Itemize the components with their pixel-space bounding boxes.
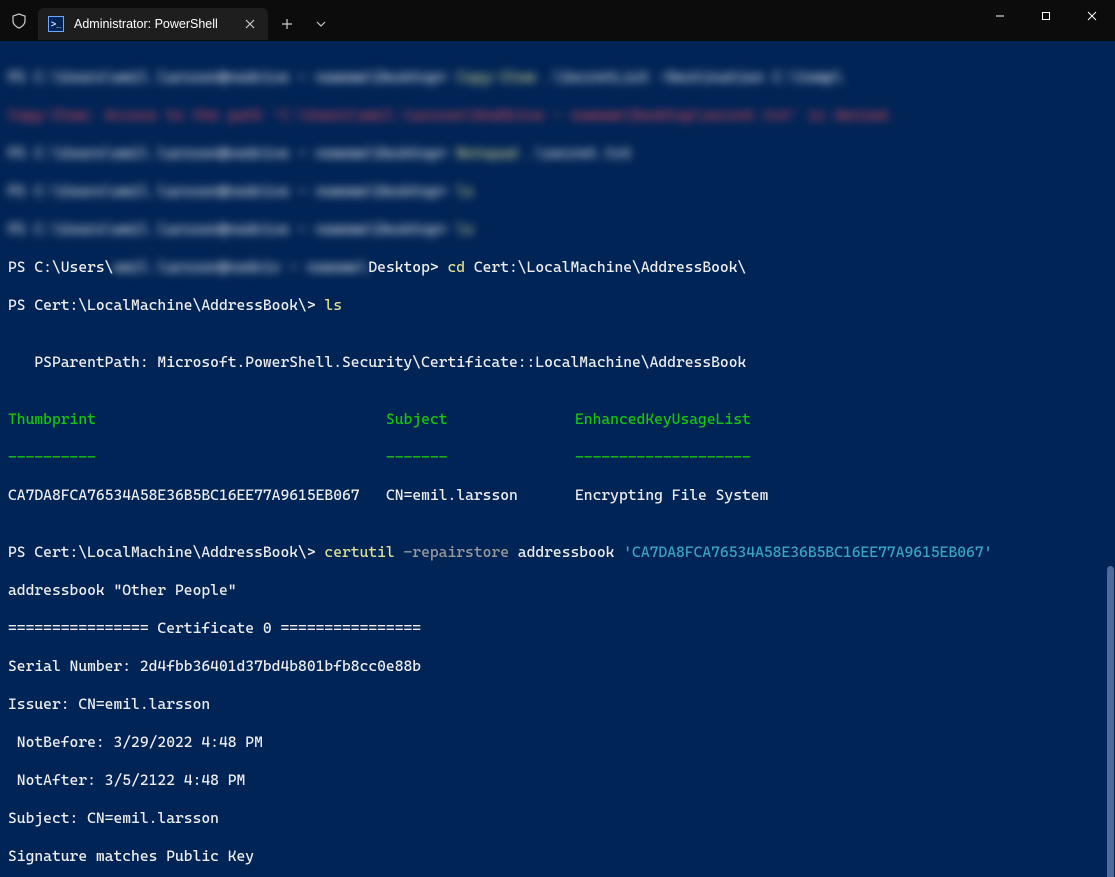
output-line: Serial Number: 2d4fbb36401d37bd4b801bfb8… <box>8 657 1107 676</box>
powershell-icon: >_ <box>48 16 64 32</box>
new-tab-button[interactable] <box>272 9 302 39</box>
output-line: PSParentPath: Microsoft.PowerShell.Secur… <box>8 353 1107 372</box>
tab-powershell[interactable]: >_ Administrator: PowerShell <box>38 8 268 40</box>
table-header: ThumbprintSubjectEnhancedKeyUsageList <box>8 410 1107 429</box>
scrollbar-thumb[interactable] <box>1107 566 1114 877</box>
close-button[interactable] <box>1069 0 1115 32</box>
prompt-line: PS C:\Users\emil.larsson@nodriv - nowowe… <box>8 258 1107 277</box>
output-line: NotAfter: 3/5/2122 4:48 PM <box>8 771 1107 790</box>
output-line: ================ Certificate 0 =========… <box>8 619 1107 638</box>
tab-dropdown-button[interactable] <box>306 9 336 39</box>
terminal-pane[interactable]: PS C:\Users\emil.larsson@nodrive - nowow… <box>0 41 1115 877</box>
output-line: NotBefore: 3/29/2022 4:48 PM <box>8 733 1107 752</box>
output-line: addressbook "Other People" <box>8 581 1107 600</box>
prompt-line: PS Cert:\LocalMachine\AddressBook\> cert… <box>8 543 1107 562</box>
shield-icon <box>0 0 38 41</box>
prompt-line: PS Cert:\LocalMachine\AddressBook\> ls <box>8 296 1107 315</box>
minimize-button[interactable] <box>977 0 1023 32</box>
maximize-button[interactable] <box>1023 0 1069 32</box>
tab-title: Administrator: PowerShell <box>74 17 232 31</box>
title-bar: >_ Administrator: PowerShell <box>0 0 1115 41</box>
output-line: Subject: CN=emil.larsson <box>8 809 1107 828</box>
window-controls <box>977 0 1115 32</box>
tab-close-button[interactable] <box>242 16 258 32</box>
output-line: Issuer: CN=emil.larsson <box>8 695 1107 714</box>
table-row: CA7DA8FCA76534A58E36B5BC16EE77A9615EB067… <box>8 486 1107 505</box>
output-line: Signature matches Public Key <box>8 847 1107 866</box>
tab-actions <box>272 8 336 40</box>
